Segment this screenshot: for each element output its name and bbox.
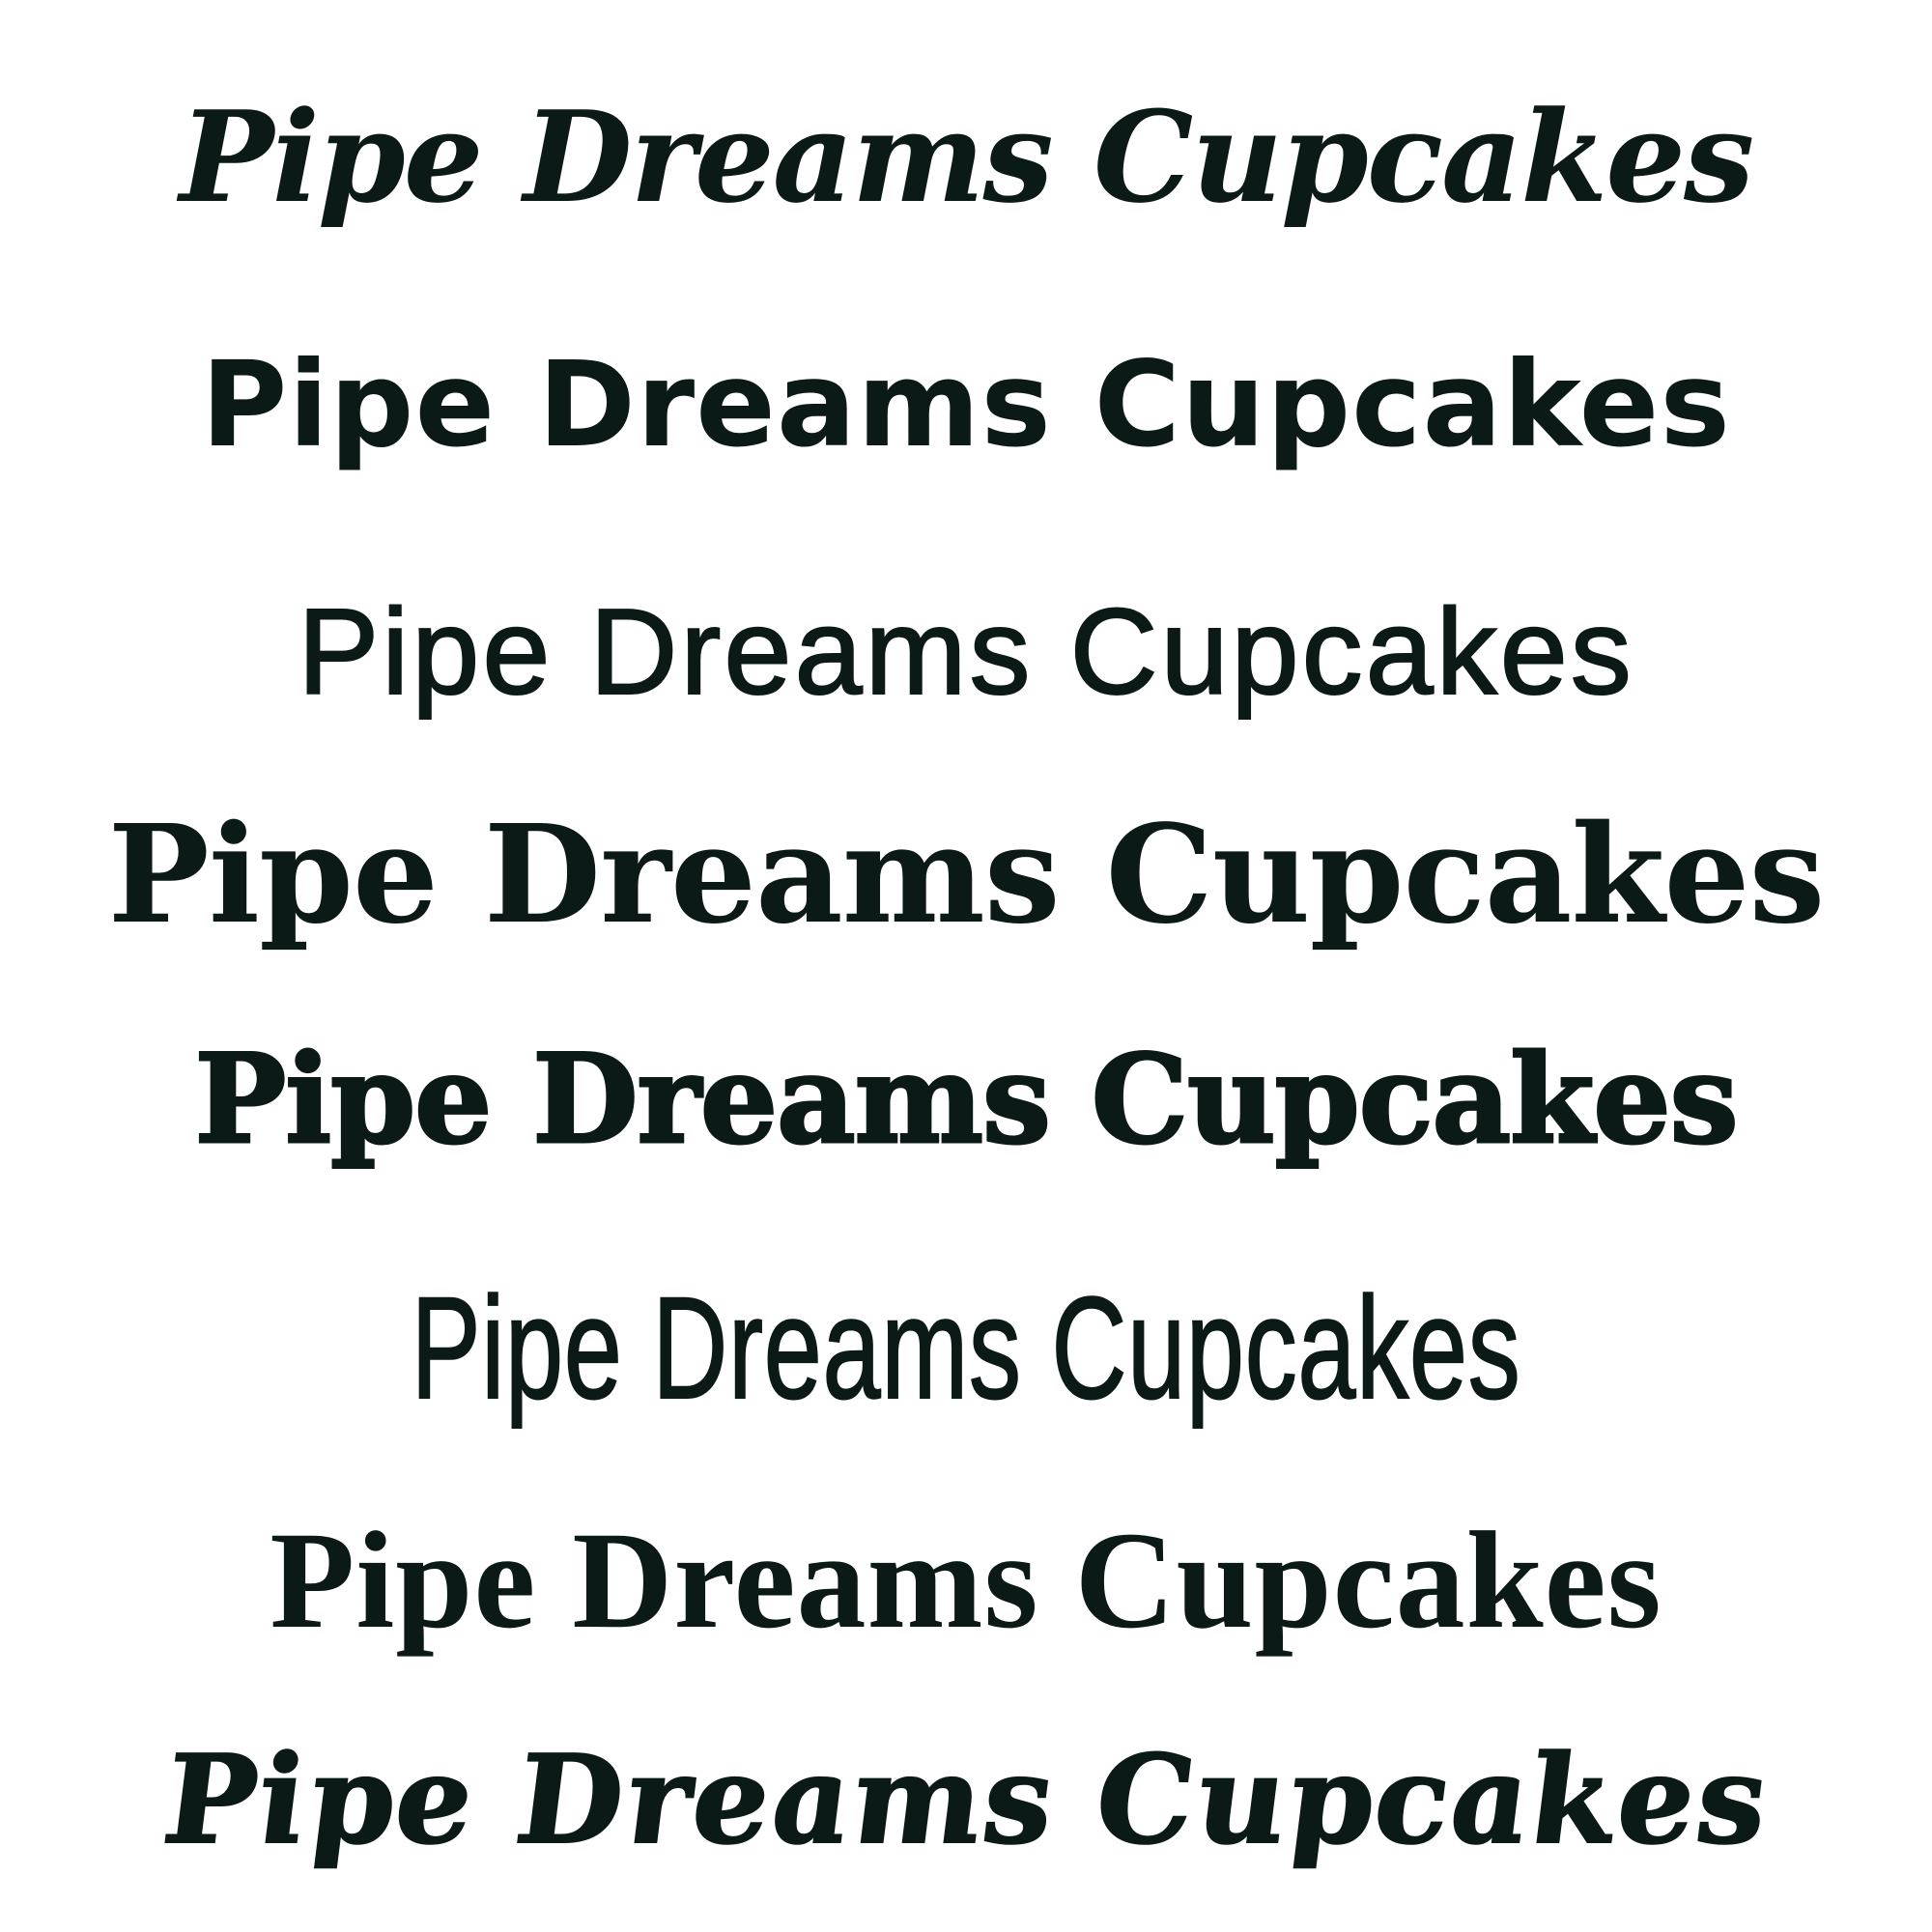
font-sample-soft-serif: Pipe Dreams Cupcakes (270, 1504, 1662, 1658)
font-sample-groovy-display: Pipe Dreams Cupcakes (159, 1727, 1772, 1872)
font-sample-retro-swash: Pipe Dreams Cupcakes (179, 83, 1754, 231)
font-sample-condensed-sans: Pipe Dreams Cupcakes (411, 1266, 1521, 1429)
font-sample-wedge-serif: Pipe Dreams Cupcakes (193, 1028, 1740, 1171)
font-sample-geometric-sans: Pipe Dreams Cupcakes (297, 583, 1634, 720)
font-sample-heavy-sans: Pipe Dreams Cupcakes (200, 336, 1732, 473)
font-specimen-sheet: Pipe Dreams Cupcakes Pipe Dreams Cupcake… (0, 0, 1932, 1932)
font-sample-bold-serif: Pipe Dreams Cupcakes (107, 796, 1826, 954)
